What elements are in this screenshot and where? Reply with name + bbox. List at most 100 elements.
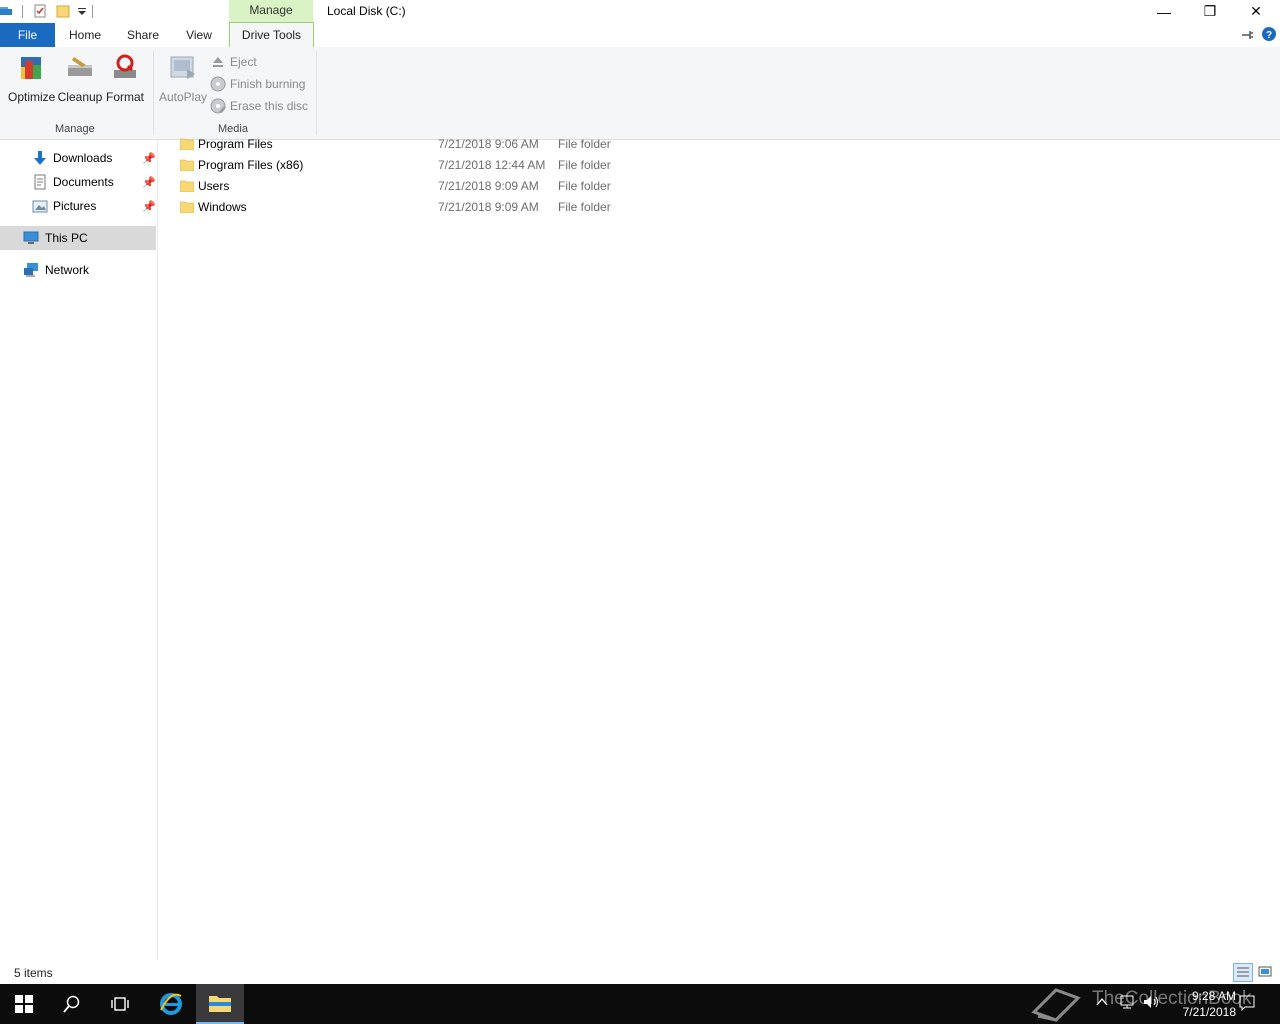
list-item[interactable]: Program Files (x86) 7/21/2018 12:44 AM F… [178,155,658,176]
finish-burning-label: Finish burning [230,77,306,91]
windows-logo-icon [15,995,33,1013]
finish-burning-button[interactable]: Finish burning [210,74,305,94]
close-button[interactable]: ✕ [1233,0,1279,23]
cleanup-icon [68,57,92,76]
taskbar-internet-explorer[interactable] [147,984,195,1024]
file-type: File folder [558,137,611,151]
tab-file[interactable]: File [0,23,55,47]
download-arrow-icon [34,151,46,165]
network-icon [24,263,38,277]
pin-icon[interactable]: 📌 [142,200,156,213]
show-hidden-icons-icon[interactable] [1096,996,1108,1008]
qat-separator [22,5,23,18]
search-icon [63,995,80,1013]
format-button[interactable]: Format [104,53,146,104]
optimize-button[interactable]: Optimize [8,53,56,104]
taskbar-file-explorer[interactable] [196,984,244,1024]
network-status-icon[interactable] [1118,994,1136,1010]
navigation-pane[interactable]: Downloads 📌 Documents 📌 Pictures 📌 This … [0,140,158,960]
nav-item-pictures[interactable]: Pictures 📌 [0,195,156,217]
list-item[interactable]: Users 7/21/2018 9:09 AM File folder [178,176,658,197]
list-item[interactable]: Program Files 7/21/2018 9:06 AM File fol… [178,134,658,155]
minimize-button[interactable]: — [1141,0,1187,23]
folder-icon [180,138,194,150]
eject-label: Eject [230,55,257,69]
folder-icon [180,159,194,171]
file-date: 7/21/2018 9:09 AM [438,200,539,214]
autoplay-button[interactable]: AutoPlay [158,53,208,104]
file-name: Program Files [198,137,273,151]
list-item[interactable]: Windows 7/21/2018 9:09 AM File folder [178,197,658,218]
file-type: File folder [558,200,611,214]
optimize-icon [21,57,41,79]
search-button[interactable] [48,984,96,1024]
properties-icon[interactable] [33,4,47,18]
watermark-book-icon [1031,988,1081,1022]
file-name: Users [198,179,230,193]
nav-item-label: Pictures [53,199,97,213]
nav-item-downloads[interactable]: Downloads 📌 [0,147,156,169]
task-view-icon [111,997,129,1011]
nav-item-network[interactable]: Network [0,259,156,281]
ribbon-tab-bar: File Home Share View Drive Tools ? [0,22,1280,48]
file-type: File folder [558,158,611,172]
manage-group-label: Manage [55,123,95,135]
erase-disc-icon [210,98,226,114]
file-name: Program Files (x86) [198,158,304,172]
optimize-label: Optimize [8,90,56,104]
eject-button[interactable]: Eject [210,52,257,72]
pin-icon[interactable]: 📌 [142,152,156,165]
autoplay-icon [170,56,195,79]
ribbon-group-separator [316,51,317,135]
folder-icon [180,201,194,213]
file-date: 7/21/2018 9:06 AM [438,137,539,151]
customize-qat-icon[interactable] [75,4,89,18]
start-button[interactable] [0,984,48,1024]
nav-item-label: Downloads [53,151,113,165]
erase-disc-button[interactable]: Erase this disc [210,96,308,116]
title-bar: Manage Local Disk (C:) — ❐ ✕ [0,0,1280,23]
large-icons-view-icon[interactable] [1256,963,1274,980]
new-folder-icon[interactable] [56,4,70,18]
file-type: File folder [558,179,611,193]
computer-icon [23,231,39,244]
volume-icon[interactable] [1142,994,1160,1010]
tab-drive-tools[interactable]: Drive Tools [229,22,314,47]
tab-view[interactable]: View [176,23,222,47]
format-label: Format [105,90,144,104]
autoplay-label: AutoPlay [158,90,208,104]
tab-share[interactable]: Share [118,23,168,47]
pin-icon[interactable]: 📌 [142,176,156,189]
nav-item-this-pc[interactable]: This PC [0,226,156,250]
cleanup-button[interactable]: Cleanup [57,53,103,104]
manage-context-header: Manage [229,0,313,23]
details-view-icon[interactable] [1233,963,1253,982]
clock-time: 9:28 AM [1191,989,1236,1003]
nav-item-documents[interactable]: Documents 📌 [0,171,156,193]
internet-explorer-icon [160,993,182,1015]
documents-icon [34,174,46,190]
restore-button[interactable]: ❐ [1187,0,1233,23]
ribbon-panel: Optimize Cleanup Format Manage AutoPlay … [0,47,1280,140]
taskbar: TheCollectionBook 9:28 AM 7/21/2018 [0,984,1280,1024]
action-center-icon[interactable] [1239,995,1255,1011]
nav-item-label: Documents [53,175,114,189]
taskbar-clock[interactable]: 9:28 AM 7/21/2018 [1183,988,1236,1020]
status-item-count: 5 items [14,966,53,980]
cleanup-label: Cleanup [57,90,103,104]
pin-ribbon-icon[interactable] [1240,28,1254,42]
disc-burn-icon [210,76,226,92]
file-name: Windows [198,200,247,214]
file-list[interactable] [158,140,1280,960]
nav-item-label: This PC [45,231,88,245]
pictures-icon [32,200,48,213]
explorer-app-icon[interactable] [0,4,14,18]
erase-disc-label: Erase this disc [230,99,309,113]
format-icon [114,54,136,78]
window-title: Local Disk (C:) [327,4,406,18]
task-view-button[interactable] [96,984,144,1024]
svg-text:?: ? [1266,30,1272,41]
tab-home[interactable]: Home [60,23,110,47]
ribbon-group-separator [153,51,154,135]
help-icon[interactable]: ? [1262,27,1276,41]
